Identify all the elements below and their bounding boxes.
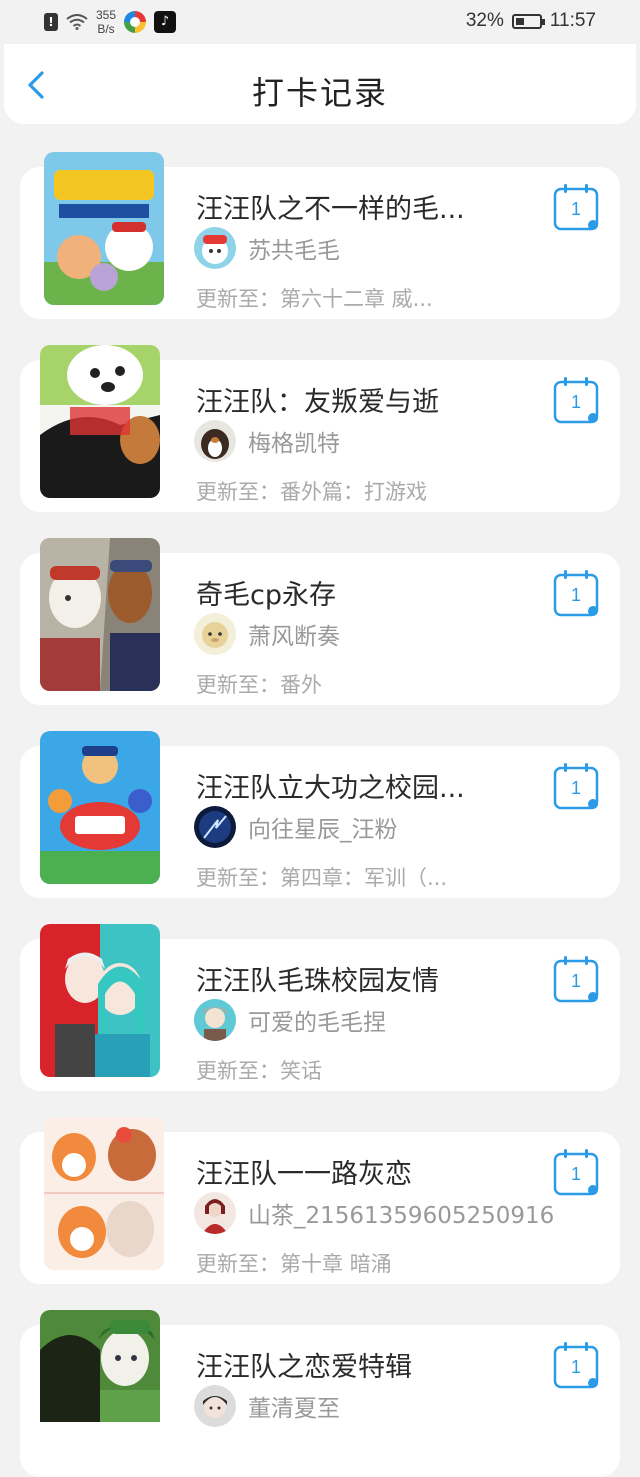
wifi-icon (66, 14, 88, 30)
avatar[interactable] (194, 1385, 236, 1427)
status-left: ! 355 B/s ♪ (44, 8, 177, 36)
author-name: 可爱的毛毛捏 (248, 1010, 386, 1036)
speed-value: 355 (96, 8, 117, 22)
avatar[interactable] (194, 999, 236, 1041)
avatar[interactable] (194, 1192, 236, 1234)
checkin-count: 1 (570, 1164, 581, 1184)
author-name: 苏共毛毛 (248, 238, 340, 264)
update-status: 更新至：第十章 暗涌 (196, 1252, 392, 1276)
avatar[interactable] (194, 420, 236, 462)
page-title: 打卡记录 (251, 74, 388, 112)
checkin-count: 1 (570, 392, 581, 412)
avatar[interactable] (194, 613, 236, 655)
author-row: 董清夏至 (194, 1385, 340, 1427)
avatar[interactable] (194, 227, 236, 269)
book-title: 汪汪队：友叛爱与逝 (196, 387, 439, 418)
alert-icon: ! (44, 13, 58, 31)
author-name: 山茶_21561359605250916 (248, 1203, 555, 1229)
app-icon (124, 11, 147, 33)
book-cover[interactable] (44, 152, 164, 305)
author-row: 向往星辰_汪粉 (194, 806, 398, 848)
checkin-count: 1 (570, 1357, 581, 1377)
update-status: 更新至：笑话 (196, 1059, 322, 1083)
update-status: 更新至：第四章：军训（... (196, 866, 448, 890)
status-bar: ! 355 B/s ♪ 32% 11:57 (0, 0, 640, 44)
book-cover[interactable] (40, 1310, 160, 1422)
book-title: 汪汪队之恋爱特辑 (196, 1352, 412, 1383)
book-cover[interactable] (40, 538, 160, 691)
author-name: 向往星辰_汪粉 (248, 817, 398, 843)
author-name: 董清夏至 (248, 1396, 340, 1422)
avatar[interactable] (194, 806, 236, 848)
checkin-count: 1 (570, 199, 581, 219)
checkin-count: 1 (570, 971, 581, 991)
author-name: 梅格凯特 (248, 431, 340, 457)
status-right: 32% 11:57 (466, 10, 596, 32)
app-icon: ♪ (154, 11, 177, 33)
book-cover[interactable] (40, 731, 160, 884)
author-name: 萧风断奏 (248, 624, 340, 650)
update-status: 更新至：第六十二章 威... (196, 287, 433, 311)
update-status: 更新至：番外篇：打游戏 (196, 480, 427, 504)
battery-icon (511, 13, 545, 29)
speed-unit: B/s (97, 22, 115, 36)
author-row: 梅格凯特 (194, 420, 340, 462)
author-row: 山茶_21561359605250916 (194, 1192, 554, 1234)
author-row: 苏共毛毛 (194, 227, 340, 269)
checkin-count: 1 (570, 778, 581, 798)
author-row: 萧风断奏 (194, 613, 340, 655)
clock: 11:57 (549, 10, 596, 31)
book-title: 奇毛cp永存 (196, 580, 336, 611)
network-speed: 355 B/s (96, 8, 116, 36)
book-cover[interactable] (40, 924, 160, 1077)
book-cover[interactable] (44, 1117, 164, 1270)
update-status: 更新至：番外 (196, 673, 322, 697)
book-title: 汪汪队毛珠校园友情 (196, 966, 439, 997)
book-title: 汪汪队立大功之校园... (196, 773, 465, 804)
author-row: 可爱的毛毛捏 (194, 999, 386, 1041)
battery-percent: 32% (465, 10, 504, 31)
book-cover[interactable] (40, 345, 160, 498)
book-title: 汪汪队之不一样的毛... (196, 194, 465, 225)
checkin-count: 1 (570, 585, 581, 605)
page-header: 打卡记录 (4, 44, 636, 124)
book-title: 汪汪队一一路灰恋 (196, 1159, 412, 1190)
